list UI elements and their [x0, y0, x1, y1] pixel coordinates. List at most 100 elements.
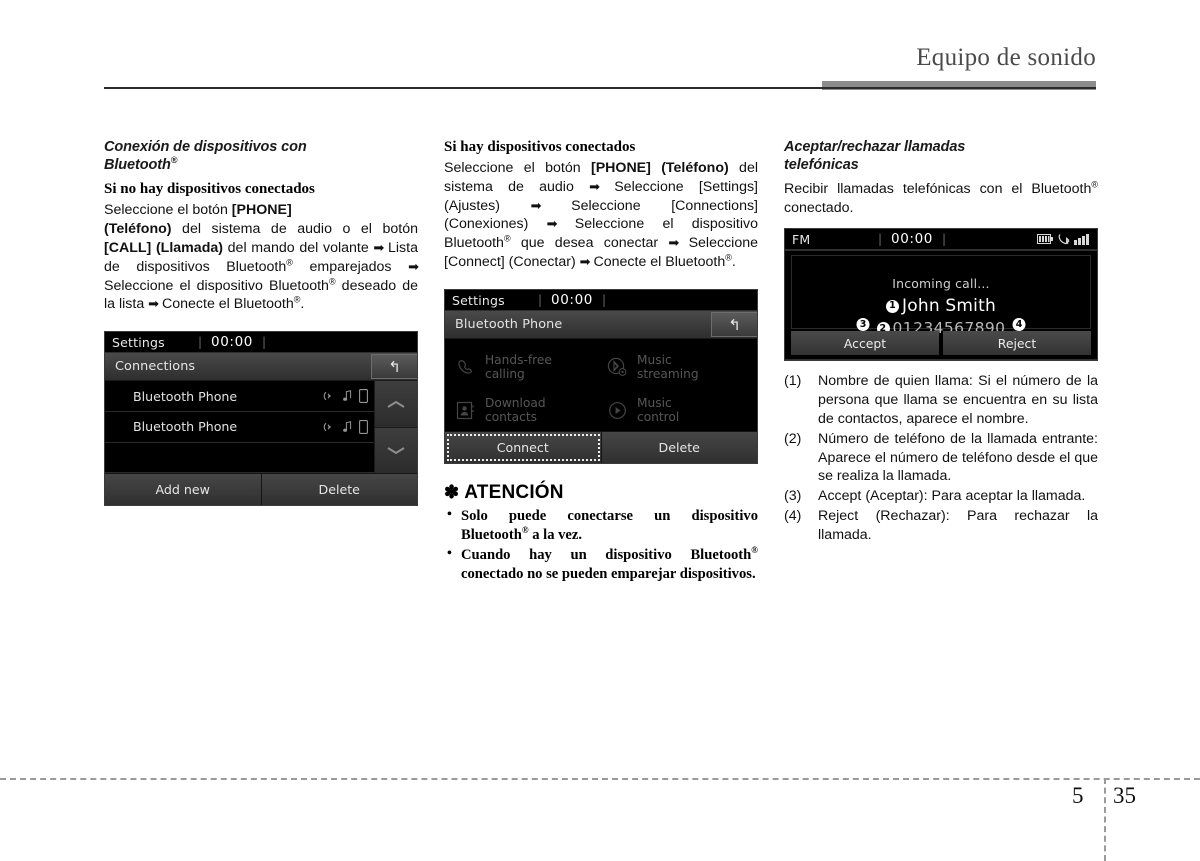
screenshot-bluetooth-phone: Settings | 00:00 | Bluetooth Phone ↰ Han… [444, 289, 758, 464]
attention-title-text: ATENCIÓN [464, 482, 564, 503]
caller-name: John Smith [902, 296, 996, 316]
status-clock: 00:00 [551, 292, 593, 308]
phone-icon [359, 419, 368, 434]
page-number: 35 [1113, 783, 1136, 808]
scrollbar[interactable] [374, 381, 417, 474]
list-item: (4) Reject (Rechazar): Para rechazar la … [784, 507, 1098, 545]
section-title-bluetooth-connection: Conexión de dispositivos con Bluetooth® [104, 139, 307, 174]
legend-text: Reject (Rechazar): Para rechazar la llam… [818, 508, 1098, 543]
feature-grid: Hands-free calling Music streaming Downl… [445, 339, 757, 431]
callout-badge-4: 4 [1012, 318, 1026, 331]
music-note-icon [343, 420, 352, 432]
scroll-up-icon[interactable] [375, 381, 417, 428]
list-item: (2) Número de teléfono de la llamada ent… [784, 430, 1098, 487]
subtitle-devices-connected: Si hay dispositivos conectados [444, 139, 636, 155]
phone-icon [359, 389, 368, 404]
list-item[interactable]: Bluetooth Phone [105, 412, 374, 443]
legend-number: (3) [784, 488, 802, 505]
battery-icon [1037, 234, 1053, 244]
device-list: Bluetooth Phone Bluetooth Phone [105, 381, 417, 474]
feature-label: Music streaming [637, 352, 699, 381]
add-new-button[interactable]: Add new [105, 474, 262, 506]
device-icons [323, 419, 368, 434]
callout-badge-1: 1 [886, 299, 900, 313]
call-screen-body: Incoming call... 1 John Smith 2 0123456789… [785, 250, 1097, 360]
bluetooth-circle-icon [607, 357, 627, 376]
list-item-empty [105, 443, 374, 474]
legend-text: Accept (Aceptar): Para aceptar la llamad… [818, 488, 1086, 505]
device-name: Bluetooth Phone [133, 388, 238, 404]
screen-title: Connections [115, 359, 196, 375]
device-name: Bluetooth Phone [133, 419, 238, 435]
connect-button[interactable]: Connect [445, 432, 602, 463]
status-divider-2: | [601, 293, 606, 307]
page-title: Equipo de sonido [916, 44, 1096, 71]
status-source-label: Settings [112, 334, 165, 350]
contacts-book-icon [456, 401, 474, 420]
section-title-accept-reject-calls: Aceptar/rechazar llamadas telefónicas [784, 139, 966, 174]
feature-label: Download contacts [485, 395, 546, 424]
feature-download-contacts: Download contacts [455, 390, 601, 431]
chapter-number: 5 [1072, 783, 1084, 808]
incoming-call-label: Incoming call... [892, 276, 990, 291]
reject-button[interactable]: Reject [943, 331, 1091, 355]
device-icons [323, 389, 368, 404]
status-divider-2: | [941, 232, 946, 246]
screen-status-bar: Settings | 00:00 | [445, 290, 757, 311]
feature-music-streaming: Music streaming [607, 347, 753, 388]
music-note-icon [343, 390, 352, 401]
legend-text: Número de teléfono de la llamada entrant… [818, 430, 1098, 485]
back-arrow-icon[interactable]: ↰ [371, 354, 417, 380]
status-divider-2: | [261, 335, 266, 350]
list-item: Cuando hay un dispositivo Bluetooth® con… [444, 545, 758, 584]
callout-badge-3: 3 [856, 318, 870, 331]
footer-divider [0, 778, 1200, 780]
callout-legend: (1) Nombre de quien llama: Si el número … [784, 372, 1098, 545]
attention-list: Solo puede conectarse un dispositivo Blu… [444, 506, 758, 584]
legend-number: (1) [784, 373, 802, 389]
list-item[interactable]: Bluetooth Phone [105, 381, 374, 412]
column-two: Si hay dispositivos conectados Seleccion… [444, 138, 758, 585]
status-clock: 00:00 [211, 334, 253, 351]
column-one: Conexión de dispositivos con Bluetooth® S… [104, 138, 419, 507]
screen-title-bar: Bluetooth Phone ↰ [445, 311, 757, 339]
screenshot-incoming-call: FM | 00:00 | Incoming call... 1 John Smi… [784, 228, 1098, 361]
feature-label: Hands-free calling [485, 352, 552, 381]
column-three: Aceptar/rechazar llamadas telefónicas Rec… [784, 138, 1098, 546]
handset-icon [458, 359, 472, 374]
status-icons [1037, 233, 1097, 245]
screen-status-bar: Settings | 00:00 | [105, 332, 417, 354]
list-item: (3) Accept (Aceptar): Para aceptar la ll… [784, 487, 1098, 506]
paragraph-receive-calls: Recibir llamadas telefónicas con el Blue… [784, 179, 1098, 217]
screen-title: Bluetooth Phone [455, 317, 563, 332]
scroll-down-icon[interactable] [375, 427, 417, 474]
signal-bars-icon [1074, 233, 1089, 245]
bluetooth-handset-icon [1058, 234, 1070, 245]
streaming-icon [323, 391, 331, 401]
status-source-label: Settings [452, 292, 505, 308]
feature-label: Music control [637, 395, 680, 424]
subtitle-no-devices: Si no hay dispositivos conectados [104, 181, 315, 198]
caller-name-line: 1 John Smith [792, 296, 1090, 316]
accept-button[interactable]: Accept [791, 331, 939, 355]
feature-hands-free-calling: Hands-free calling [455, 347, 601, 388]
asterisk-icon: ✽ [444, 482, 460, 502]
feature-music-control: Music control [607, 390, 753, 431]
legend-number: (4) [784, 508, 802, 525]
legend-number: (2) [784, 430, 802, 447]
attention-block: ✽ATENCIÓN Solo puede conectarse un dispo… [444, 482, 758, 584]
screenshot-connections-list: Settings | 00:00 | Connections ↰ Bluetoo… [104, 331, 418, 507]
back-arrow-icon[interactable]: ↰ [711, 312, 757, 337]
attention-title: ✽ ATENCIÓN [444, 482, 758, 504]
paragraph-devices-connected: Seleccione el botón [PHONE] (Teléfono) d… [444, 159, 759, 271]
play-circle-icon [609, 402, 626, 419]
device-rows: Bluetooth Phone Bluetooth Phone [105, 381, 374, 474]
list-item: (1) Nombre de quien llama: Si el número … [784, 372, 1098, 429]
manual-page: Equipo de sonido Conexión de dispositivo… [0, 0, 1200, 861]
screen-button-row: Add new Delete [105, 473, 417, 506]
delete-button[interactable]: Delete [601, 432, 757, 463]
paragraph-no-devices: Seleccione el botón [PHONE] (Teléfono) de… [104, 202, 419, 313]
delete-button[interactable]: Delete [261, 474, 417, 506]
legend-text: Nombre de quien llama: Si el número de l… [818, 373, 1098, 427]
call-action-buttons: Accept Reject [791, 331, 1091, 355]
